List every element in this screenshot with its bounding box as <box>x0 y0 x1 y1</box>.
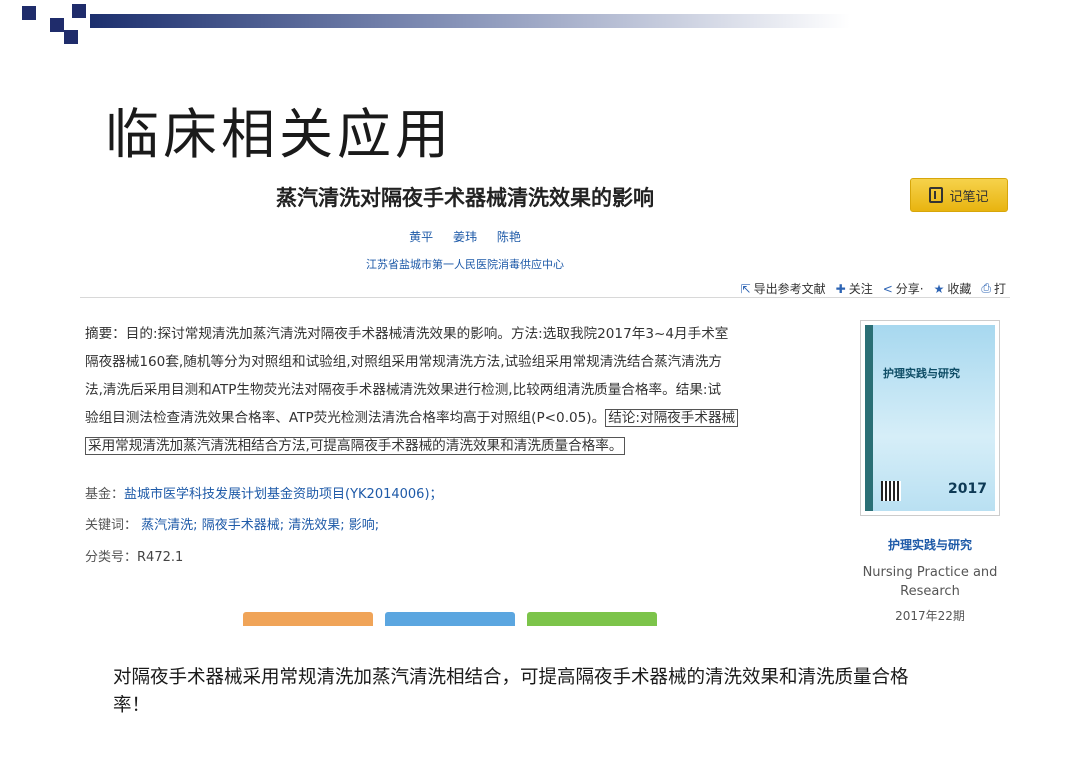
favorite-button[interactable]: ★ 收藏 <box>934 280 972 297</box>
export-citation-label: 导出参考文献 <box>753 282 826 296</box>
journal-name-en: Nursing Practice and Research <box>862 565 998 599</box>
share-icon: < <box>882 281 893 296</box>
cover-art: 护理实践与研究 2017 <box>865 325 995 511</box>
abstract-line: 摘要：目的:探讨常规清洗加蒸汽清洗对隔夜手术器械清洗效果的影响。方法:选取我院2… <box>85 326 729 342</box>
highlighted-conclusion: 结论:对隔夜手术器械 <box>605 409 739 427</box>
decor-square <box>22 6 36 20</box>
note-button-label: 记笔记 <box>949 189 989 205</box>
keywords-row: 关键词： 蒸汽清洗; 隔夜手术器械; 清洗效果; 影响; <box>85 514 379 533</box>
share-button[interactable]: < 分享· <box>883 280 924 297</box>
journal-cover[interactable]: 护理实践与研究 2017 <box>860 320 1000 516</box>
article-title[interactable]: 蒸汽清洗对隔夜手术器械清洗效果的影响 <box>80 182 850 212</box>
download-button-orange[interactable] <box>243 612 373 626</box>
classification-label: 分类号： <box>85 550 138 565</box>
follow-label: 关注 <box>848 282 873 296</box>
keywords-label: 关键词： <box>85 518 138 533</box>
keyword-link[interactable]: 蒸汽清洗; <box>141 518 197 533</box>
journal-issue[interactable]: 2017年22期 <box>855 607 1005 624</box>
keyword-link[interactable]: 清洗效果; <box>288 518 344 533</box>
journal-panel: 护理实践与研究 2017 护理实践与研究 Nursing Practice an… <box>855 320 1005 624</box>
article-toolbar: ⇱ 导出参考文献 ✚ 关注 < 分享· ★ 收藏 ⎙ 打 <box>741 280 1006 297</box>
author-link[interactable]: 陈艳 <box>497 230 521 244</box>
export-citation-button[interactable]: ⇱ 导出参考文献 <box>741 280 826 297</box>
share-label: 分享· <box>895 282 924 296</box>
slide-header-bar <box>0 0 1080 44</box>
fund-link[interactable]: 盐城市医学科技发展计划基金资助项目(YK2014006)； <box>124 487 443 502</box>
keyword-link[interactable]: 隔夜手术器械; <box>202 518 284 533</box>
print-label: 打 <box>993 282 1006 296</box>
follow-button[interactable]: ✚ 关注 <box>836 280 873 297</box>
classification-value: R472.1 <box>137 550 184 565</box>
star-icon: ★ <box>933 281 945 296</box>
fund-label: 基金： <box>85 487 125 502</box>
affiliation-link[interactable]: 江苏省盐城市第一人民医院消毒供应中心 <box>80 256 850 272</box>
classification-row: 分类号：R472.1 <box>85 546 183 565</box>
abstract-line-text: 验组目测法检查清洗效果合格率、ATP荧光检测法清洗合格率均高于对照组(P<0.0… <box>85 410 606 426</box>
abstract-line: 隔夜器械160套,随机等分为对照组和试验组,对照组采用常规清洗方法,试验组采用常… <box>85 354 723 370</box>
slide-conclusion: 对隔夜手术器械采用常规清洗加蒸汽清洗相结合，可提高隔夜手术器械的清洗效果和清洗质… <box>113 667 909 716</box>
cover-year: 2017 <box>948 481 987 497</box>
keyword-link[interactable]: 影响; <box>349 518 379 533</box>
qr-code-icon <box>881 481 901 501</box>
export-icon: ⇱ <box>740 281 751 296</box>
abstract: 摘要：目的:探讨常规清洗加蒸汽清洗对隔夜手术器械清洗效果的影响。方法:选取我院2… <box>85 320 837 460</box>
notebook-icon <box>929 187 944 203</box>
abstract-line: 法,清洗后采用目测和ATP生物荧光法对隔夜手术器械清洗效果进行检测,比较两组清洗… <box>85 382 722 398</box>
decor-square <box>72 4 86 18</box>
note-button[interactable]: 记笔记 <box>910 178 1008 212</box>
authors: 黄平 姜玮 陈艳 <box>80 228 850 245</box>
fund-row: 基金：盐城市医学科技发展计划基金资助项目(YK2014006)； <box>85 483 443 502</box>
decor-square <box>64 30 78 44</box>
author-link[interactable]: 黄平 <box>409 230 433 244</box>
author-link[interactable]: 姜玮 <box>453 230 477 244</box>
slide-title: 临床相关应用 <box>105 103 453 166</box>
journal-name-cn[interactable]: 护理实践与研究 <box>855 536 1005 553</box>
article-page: 蒸汽清洗对隔夜手术器械清洗效果的影响 记笔记 黄平 姜玮 陈艳 江苏省盐城市第一… <box>80 160 1010 630</box>
download-button-blue[interactable] <box>385 612 515 626</box>
print-icon: ⎙ <box>981 281 991 295</box>
print-button[interactable]: ⎙ 打 <box>981 280 1006 297</box>
abstract-line: 采用常规清洗加蒸汽清洗相结合方法,可提高隔夜手术器械的清洗效果和清洗质量合格率。 <box>85 432 837 460</box>
abstract-line: 验组目测法检查清洗效果合格率、ATP荧光检测法清洗合格率均高于对照组(P<0.0… <box>85 404 837 432</box>
download-button-green[interactable] <box>527 612 657 626</box>
plus-icon: ✚ <box>835 281 846 296</box>
favorite-label: 收藏 <box>947 282 972 296</box>
divider <box>80 297 1010 298</box>
decor-square <box>50 18 64 32</box>
cover-title: 护理实践与研究 <box>883 367 960 380</box>
header-gradient <box>90 14 850 28</box>
highlighted-conclusion: 采用常规清洗加蒸汽清洗相结合方法,可提高隔夜手术器械的清洗效果和清洗质量合格率。 <box>85 437 626 455</box>
download-buttons <box>243 612 657 626</box>
